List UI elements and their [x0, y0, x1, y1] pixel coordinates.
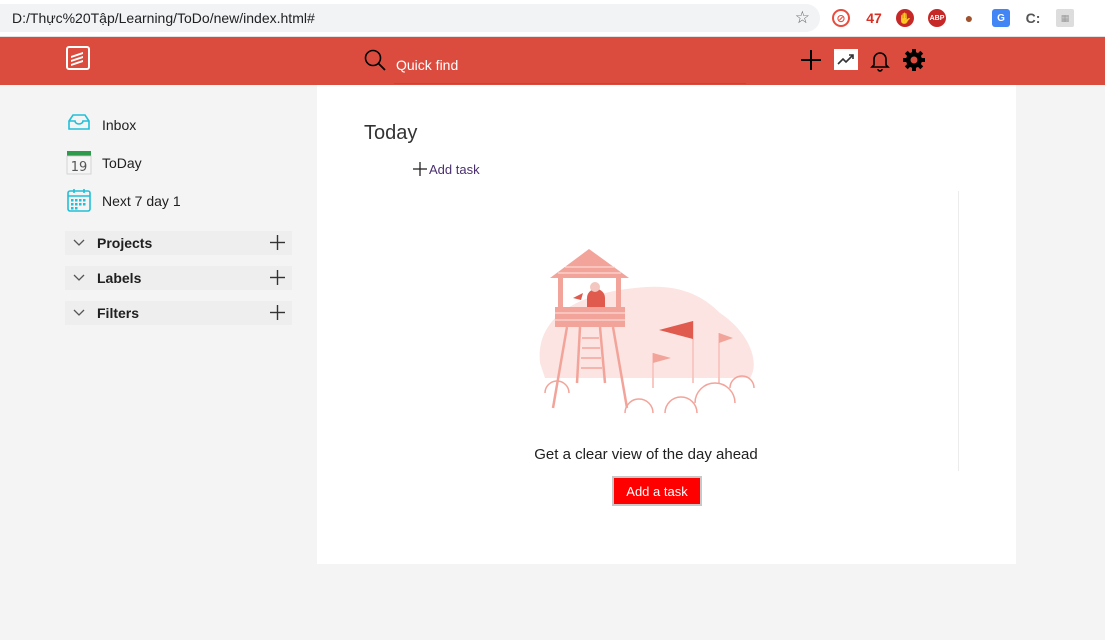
url-text[interactable]: D:/Thực%20Tập/Learning/ToDo/new/index.ht…	[12, 10, 315, 26]
quick-find-input[interactable]: Quick find	[396, 57, 458, 73]
sidebar-item-today[interactable]: 19 ToDay	[66, 150, 142, 176]
section-title: Filters	[97, 305, 140, 321]
empty-state-illustration	[539, 249, 755, 414]
translate-icon[interactable]: G	[992, 9, 1010, 27]
settings-gear-icon[interactable]	[902, 48, 926, 72]
extension-counter-icon[interactable]: 47	[864, 9, 884, 27]
app-logo-icon[interactable]	[66, 46, 90, 70]
adblock-icon[interactable]: ABP	[928, 9, 946, 27]
productivity-icon[interactable]	[834, 49, 858, 70]
extension-stop-icon[interactable]: ✋	[896, 9, 914, 27]
add-project-icon[interactable]	[270, 235, 285, 250]
search-icon[interactable]	[364, 49, 386, 71]
extension-cookie-icon[interactable]: ●	[960, 9, 978, 27]
main-content: Today Add task Get a clear view of the d…	[317, 85, 1016, 564]
add-task-link[interactable]: Add task	[413, 160, 480, 178]
inbox-icon	[68, 114, 90, 130]
browser-toolbar: D:/Thực%20Tập/Learning/ToDo/new/index.ht…	[0, 0, 1105, 37]
extension-grid-icon[interactable]: ▦	[1056, 9, 1074, 27]
add-filter-icon[interactable]	[270, 305, 285, 320]
extension-c-icon[interactable]: C:	[1024, 9, 1042, 27]
sidebar-item-inbox[interactable]: Inbox	[66, 112, 136, 138]
page-title: Today	[364, 122, 418, 144]
plus-icon	[413, 162, 427, 176]
sidebar-item-label: ToDay	[102, 155, 142, 171]
add-label-icon[interactable]	[270, 270, 285, 285]
section-filters[interactable]: Filters	[65, 301, 292, 325]
bookmark-star-icon[interactable]: ☆	[795, 9, 810, 26]
section-title: Projects	[97, 235, 153, 251]
section-projects[interactable]: Projects	[65, 231, 292, 255]
notifications-bell-icon[interactable]	[868, 48, 892, 72]
app-header: Quick find	[0, 37, 1105, 85]
search-underline	[394, 83, 746, 84]
add-icon[interactable]	[799, 48, 823, 72]
section-labels[interactable]: Labels	[65, 266, 292, 290]
sidebar-item-next-7-days[interactable]: Next 7 day 1	[66, 188, 181, 214]
sidebar-item-label: Inbox	[102, 117, 137, 133]
address-bar[interactable]: D:/Thực%20Tập/Learning/ToDo/new/index.ht…	[0, 4, 820, 32]
empty-state-message: Get a clear view of the day ahead	[534, 446, 758, 463]
calendar-week-icon	[67, 189, 91, 212]
chevron-down-icon[interactable]	[73, 306, 85, 318]
calendar-day-number: 19	[71, 160, 88, 175]
calendar-today-icon: 19	[66, 151, 92, 175]
chevron-down-icon[interactable]	[73, 236, 85, 248]
add-task-label: Add task	[429, 161, 480, 177]
extension-blocker-icon[interactable]: ⊘	[832, 9, 850, 27]
sidebar-item-label: Next 7 day 1	[102, 193, 181, 209]
panel-divider	[958, 191, 959, 471]
section-title: Labels	[97, 270, 142, 286]
chevron-down-icon[interactable]	[73, 271, 85, 283]
add-a-task-button[interactable]: Add a task	[612, 476, 702, 506]
